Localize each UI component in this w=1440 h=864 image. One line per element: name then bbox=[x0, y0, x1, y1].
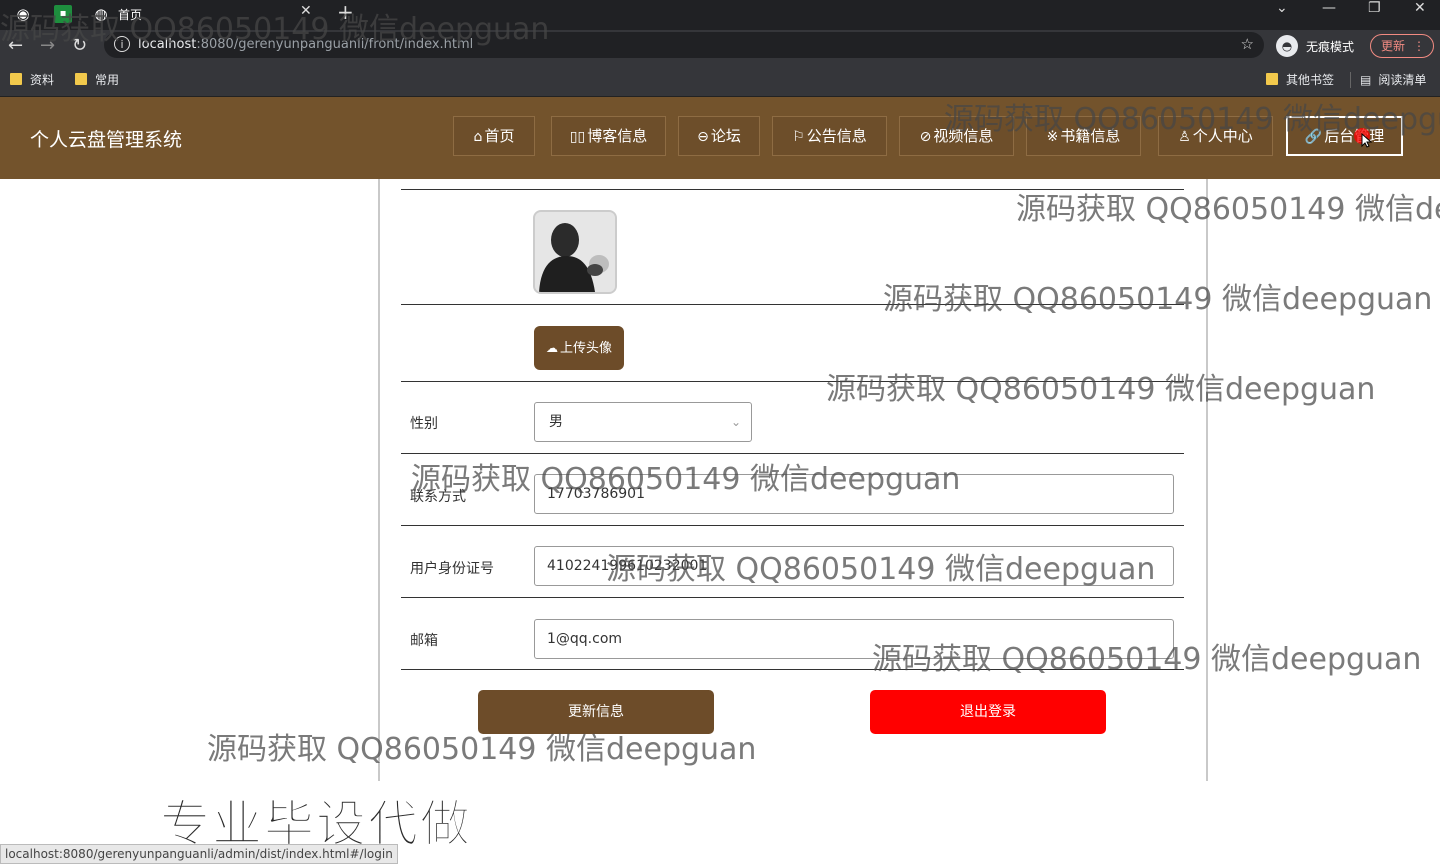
nav-personal-center[interactable]: ♙ 个人中心 bbox=[1158, 116, 1273, 156]
folder-icon bbox=[10, 73, 22, 85]
app-shortcut-icon[interactable]: ▪ bbox=[54, 5, 72, 23]
nav-video[interactable]: ⊘ 视频信息 bbox=[899, 116, 1014, 156]
incognito-icon: ◓ bbox=[1276, 35, 1298, 57]
idcard-input[interactable]: 410224199610232001 bbox=[534, 546, 1174, 586]
reading-list-icon: ▤ bbox=[1360, 73, 1372, 87]
restore-icon[interactable]: ❐ bbox=[1368, 0, 1381, 16]
gender-label: 性别 bbox=[410, 416, 438, 432]
chevron-down-icon: ⌄ bbox=[730, 415, 741, 429]
row-divider bbox=[401, 597, 1184, 598]
book-icon: ※ bbox=[1046, 129, 1059, 145]
idcard-label: 用户身份证号 bbox=[410, 561, 494, 577]
bookmark-star-icon[interactable]: ☆ bbox=[1241, 35, 1254, 53]
cloud-upload-icon: ☁ bbox=[545, 341, 558, 355]
status-bar-url: localhost:8080/gerenyunpanguanli/admin/d… bbox=[0, 844, 398, 864]
incognito-label: 无痕模式 bbox=[1306, 40, 1355, 54]
reading-list[interactable]: ▤ 阅读清单 bbox=[1360, 71, 1426, 88]
bookmarks-bar: 资料 常用 其他书签 ▤ 阅读清单 bbox=[0, 62, 1440, 97]
forum-icon: ⊖ bbox=[697, 129, 709, 145]
tab-title: 首页 bbox=[118, 8, 143, 22]
new-tab-icon[interactable]: + bbox=[337, 0, 354, 24]
phone-label: 联系方式 bbox=[410, 489, 466, 505]
bookmark-folder-changyong[interactable]: 常用 bbox=[75, 71, 119, 88]
avatar-image bbox=[535, 212, 615, 292]
close-window-icon[interactable]: ✕ bbox=[1414, 0, 1426, 16]
reload-icon[interactable]: ↻ bbox=[72, 35, 87, 56]
video-icon: ⊘ bbox=[919, 129, 932, 145]
browser-menu-icon[interactable]: ◉ bbox=[14, 5, 32, 23]
blog-icon: ▯▯ bbox=[569, 129, 586, 145]
row-divider bbox=[401, 304, 1184, 305]
site-title: 个人云盘管理系统 bbox=[30, 129, 183, 151]
forward-icon[interactable]: → bbox=[40, 35, 55, 56]
folder-icon bbox=[1266, 73, 1278, 85]
bookmark-folder-other[interactable]: 其他书签 bbox=[1266, 71, 1334, 88]
close-tab-icon[interactable]: ✕ bbox=[300, 3, 312, 19]
browser-update-button[interactable]: 更新 ⋮ bbox=[1370, 34, 1434, 58]
address-bar[interactable]: i localhost:8080/gerenyunpanguanli/front… bbox=[104, 32, 1264, 58]
row-divider bbox=[401, 669, 1184, 670]
more-menu-icon[interactable]: ⋮ bbox=[1413, 35, 1425, 57]
nav-announcement[interactable]: ⚐ 公告信息 bbox=[772, 116, 887, 156]
user-icon: ♙ bbox=[1178, 129, 1191, 145]
row-divider bbox=[401, 453, 1184, 454]
minimize-icon[interactable]: — bbox=[1322, 0, 1336, 16]
row-divider bbox=[401, 381, 1184, 382]
mouse-cursor-icon bbox=[1354, 128, 1373, 148]
back-icon[interactable]: ← bbox=[8, 35, 23, 56]
row-divider bbox=[401, 189, 1184, 190]
site-info-icon[interactable]: i bbox=[114, 36, 130, 52]
site-header: 个人云盘管理系统 ⌂ 首页 ▯▯ 博客信息 ⊖ 论坛 ⚐ 公告信息 ⊘ 视频信息 ※ 书籍信… bbox=[0, 97, 1440, 179]
update-label: 更新 bbox=[1381, 39, 1406, 53]
gender-select[interactable]: 男 ⌄ bbox=[534, 402, 752, 442]
url-text: localhost:8080/gerenyunpanguanli/front/i… bbox=[138, 37, 474, 52]
upload-avatar-button[interactable]: ☁ 上传头像 bbox=[534, 326, 624, 370]
email-input[interactable]: 1@qq.com bbox=[534, 619, 1174, 659]
nav-blog[interactable]: ▯▯ 博客信息 bbox=[551, 116, 666, 156]
bookmark-separator bbox=[1350, 72, 1351, 88]
row-divider bbox=[401, 525, 1184, 526]
nav-books[interactable]: ※ 书籍信息 bbox=[1026, 116, 1141, 156]
email-label: 邮箱 bbox=[410, 633, 438, 649]
flag-icon: ⚐ bbox=[792, 129, 805, 145]
home-icon: ⌂ bbox=[473, 129, 483, 145]
nav-home[interactable]: ⌂ 首页 bbox=[453, 116, 535, 156]
gender-value: 男 bbox=[549, 414, 563, 430]
folder-icon bbox=[75, 73, 87, 85]
link-icon: 🔗 bbox=[1304, 129, 1323, 145]
tab-search-icon[interactable]: ⌄ bbox=[1276, 0, 1288, 16]
phone-input[interactable]: 17703786901 bbox=[534, 474, 1174, 514]
nav-admin[interactable]: 🔗后台管理 bbox=[1286, 116, 1403, 156]
nav-forum[interactable]: ⊖ 论坛 bbox=[678, 116, 760, 156]
avatar bbox=[533, 210, 617, 294]
bookmark-folder-ziliao[interactable]: 资料 bbox=[10, 71, 54, 88]
update-info-button[interactable]: 更新信息 bbox=[478, 690, 714, 734]
logout-button[interactable]: 退出登录 bbox=[870, 690, 1106, 734]
browser-tab-bar: ◉ ▪ ◍ 首页 ✕ + ⌄ — ❐ ✕ bbox=[0, 0, 1440, 30]
globe-icon: ◍ bbox=[94, 5, 108, 23]
